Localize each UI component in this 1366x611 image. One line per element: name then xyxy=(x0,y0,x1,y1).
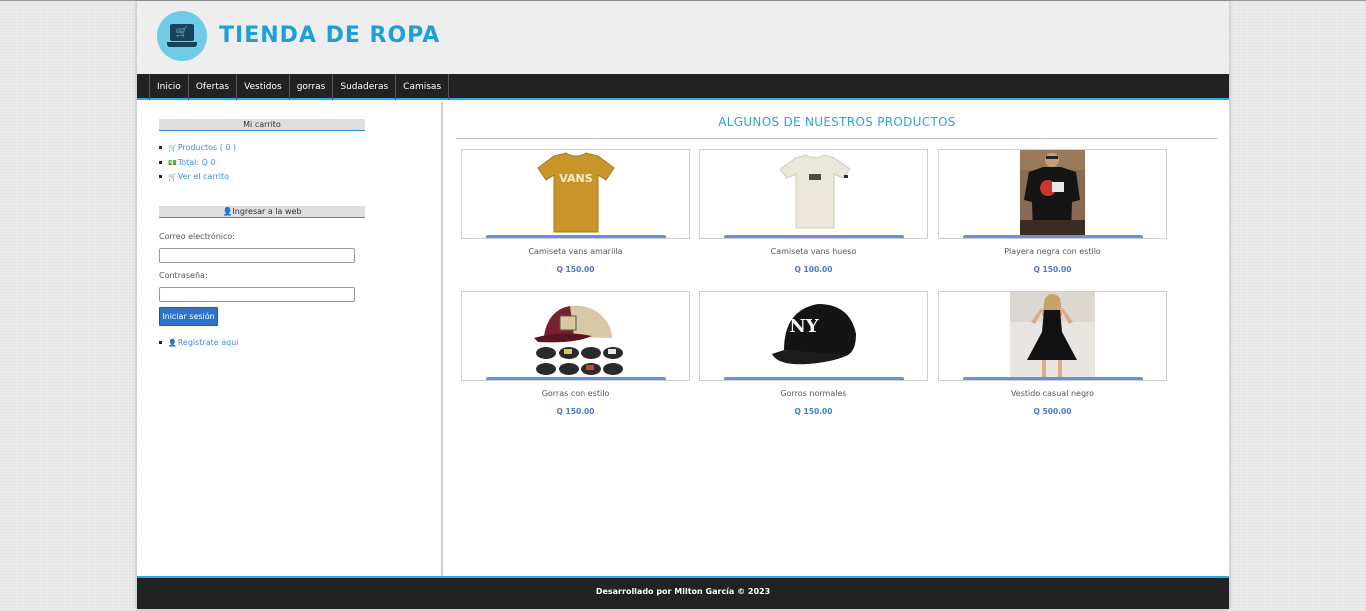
product-price: Q 150.00 xyxy=(1033,265,1072,274)
image-underline xyxy=(486,377,666,380)
laptop-icon: 🛒 xyxy=(170,24,194,41)
site-title[interactable]: TIENDA DE ROPA xyxy=(219,21,440,51)
email-label: Correo electrónico: xyxy=(159,232,235,241)
main-content: ALGUNOS DE NUESTROS PRODUCTOS VANS Camis… xyxy=(445,102,1229,576)
nav-item-vestidos[interactable]: Vestidos xyxy=(237,74,290,100)
svg-text:VANS: VANS xyxy=(559,172,592,185)
black-shirt-photo xyxy=(1020,150,1085,235)
nav-item-camisas[interactable]: Camisas xyxy=(396,74,450,100)
product-image[interactable] xyxy=(938,291,1167,381)
svg-text:NY: NY xyxy=(789,316,819,337)
site-footer: Desarrollado por Milton García © 2023 xyxy=(137,576,1229,609)
product-name[interactable]: Vestido casual negro xyxy=(938,389,1167,398)
cart-icon: 🛒 xyxy=(168,144,177,152)
product-name[interactable]: Camiseta vans amarilla xyxy=(461,247,690,256)
footer-credit: Desarrollado por Milton García © 2023 xyxy=(595,587,771,596)
login-box-title: 👤Ingresar a la web xyxy=(159,206,365,218)
image-underline xyxy=(963,235,1143,238)
cart-icon: 🛒 xyxy=(168,173,177,181)
image-underline xyxy=(724,377,904,380)
view-cart-link[interactable]: 🛒Ver el carrito xyxy=(159,170,236,185)
cart-products-link[interactable]: 🛒Productos ( 0 ) xyxy=(159,141,236,156)
cart-products-label: Productos ( 0 ) xyxy=(177,143,237,152)
main-navigation: Inicio Ofertas Vestidos gorras Sudaderas… xyxy=(137,74,1229,100)
bone-tshirt-image xyxy=(779,154,851,229)
nav-item-inicio[interactable]: Inicio xyxy=(150,74,189,100)
view-cart-label: Ver el carrito xyxy=(177,172,230,181)
sidebar: Mi carrito 🛒Productos ( 0 ) 💵Total: Q 0 … xyxy=(137,102,443,576)
nav-item-ofertas[interactable]: Ofertas xyxy=(189,74,238,100)
logo[interactable]: 🛒 xyxy=(157,11,207,61)
register-link[interactable]: 👤Registrate aqui xyxy=(159,336,239,351)
password-field[interactable] xyxy=(159,287,355,302)
product-image[interactable] xyxy=(699,149,928,239)
product-image[interactable]: VANS xyxy=(461,149,690,239)
cart-box-title: Mi carrito xyxy=(159,119,365,131)
cart-list: 🛒Productos ( 0 ) 💵Total: Q 0 🛒Ver el car… xyxy=(159,141,236,185)
caps-collection-image xyxy=(534,305,623,375)
product-name[interactable]: Gorros normales xyxy=(699,389,928,398)
product-price: Q 150.00 xyxy=(556,265,595,274)
money-icon: 💵 xyxy=(168,158,177,167)
divider xyxy=(456,138,1217,139)
product-image[interactable] xyxy=(461,291,690,381)
nav-item-gorras[interactable]: gorras xyxy=(290,74,334,100)
cart-total-link[interactable]: 💵Total: Q 0 xyxy=(159,156,236,171)
yellow-tshirt-image: VANS xyxy=(537,152,615,233)
nav-item-sudaderas[interactable]: Sudaderas xyxy=(333,74,397,100)
page-container: 🛒 TIENDA DE ROPA Inicio Ofertas Vestidos… xyxy=(137,1,1229,609)
image-underline xyxy=(724,235,904,238)
image-underline xyxy=(486,235,666,238)
shopping-cart-icon: 🛒 xyxy=(175,27,189,38)
cart-total-label: Total: Q 0 xyxy=(177,157,216,167)
black-dress-photo xyxy=(1010,292,1095,377)
product-price: Q 500.00 xyxy=(1033,407,1072,416)
laptop-base-icon xyxy=(167,42,197,47)
user-plus-icon: 👤 xyxy=(168,339,177,347)
password-label: Contraseña: xyxy=(159,271,208,280)
black-ny-cap-image: NY xyxy=(772,304,856,365)
product-price: Q 150.00 xyxy=(794,407,833,416)
product-price: Q 150.00 xyxy=(556,407,595,416)
site-header: 🛒 TIENDA DE ROPA xyxy=(137,1,1229,74)
image-underline xyxy=(963,377,1143,380)
product-name[interactable]: Gorras con estilo xyxy=(461,389,690,398)
register-label: Registrate aqui xyxy=(177,338,239,347)
products-heading: ALGUNOS DE NUESTROS PRODUCTOS xyxy=(718,115,956,129)
email-field[interactable] xyxy=(159,248,355,263)
product-price: Q 100.00 xyxy=(794,265,833,274)
product-image[interactable] xyxy=(938,149,1167,239)
product-name[interactable]: Camiseta vans hueso xyxy=(699,247,928,256)
login-title-label: Ingresar a la web xyxy=(232,207,302,216)
login-button[interactable]: Iniciar sesión xyxy=(159,307,218,326)
user-icon: 👤 xyxy=(222,207,233,216)
product-image[interactable]: NY xyxy=(699,291,928,381)
register-list: 👤Registrate aqui xyxy=(159,336,239,351)
product-name[interactable]: Playera negra con estilo xyxy=(938,247,1167,256)
